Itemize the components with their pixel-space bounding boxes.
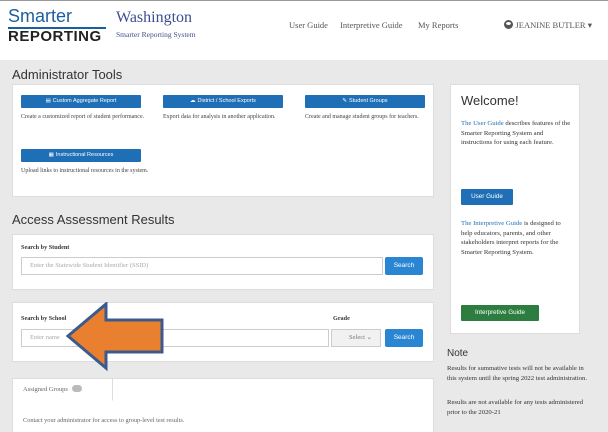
user-name: JEANINE BUTLER ▾	[515, 20, 592, 30]
assigned-groups-panel: Assigned Groups Contact your administrat…	[12, 378, 434, 432]
left-arrow-icon	[66, 302, 164, 372]
tool-description: Export data for analysis in another appl…	[163, 114, 276, 120]
interpretive-guide-description: The Interpretive Guide is designed to he…	[461, 220, 561, 256]
grade-label: Grade	[333, 315, 350, 322]
tool-student-groups: ✎ Student Groups Create and manage studen…	[305, 95, 433, 121]
user-circle-icon	[504, 20, 514, 29]
tool-description: Upload links to instructional resources …	[21, 168, 149, 174]
user-guide-link[interactable]: The User Guide	[461, 120, 504, 127]
school-search-button[interactable]: Search	[385, 329, 423, 347]
edit-icon: ✎	[342, 98, 348, 104]
note-prior-years: Results are not available for any tests …	[447, 399, 584, 416]
admin-tools-title: Administrator Tools	[12, 67, 123, 82]
nav-my-reports[interactable]: My Reports	[418, 20, 458, 30]
custom-aggregate-report-button[interactable]: ▤ Custom Aggregate Report	[21, 95, 141, 108]
tool-custom-aggregate: ▤ Custom Aggregate Report Create a custom…	[21, 95, 149, 121]
user-guide-button[interactable]: User Guide	[461, 189, 513, 205]
tool-description: Create and manage student groups for tea…	[305, 114, 419, 120]
search-by-student-label: Search by Student	[21, 244, 70, 251]
ssid-input[interactable]: Enter the Statewide Student Identifier (…	[21, 257, 383, 275]
calendar-icon: ▦	[48, 152, 54, 158]
district-school-exports-button[interactable]: ☁ District / School Exports	[163, 95, 283, 108]
grade-select[interactable]: Select ⌄	[331, 329, 381, 347]
nav-user-guide[interactable]: User Guide	[289, 20, 328, 30]
user-guide-description: The User Guide describes features of the…	[461, 120, 571, 146]
app-header: Smarter REPORTING Washington Smarter Rep…	[0, 0, 608, 60]
student-search-button[interactable]: Search	[385, 257, 423, 275]
student-groups-button[interactable]: ✎ Student Groups	[305, 95, 425, 108]
admin-tools-panel: ▤ Custom Aggregate Report Create a custom…	[12, 84, 434, 197]
tool-description: Create a customized report of student pe…	[21, 114, 145, 120]
tool-district-exports: ☁ District / School Exports Export data f…	[163, 95, 291, 121]
logo-reporting[interactable]: REPORTING	[8, 29, 102, 45]
count-badge	[71, 385, 82, 392]
groups-access-note: Contact your administrator for access to…	[23, 417, 185, 424]
chart-icon: ▤	[45, 98, 51, 104]
welcome-panel: Welcome! The User Guide describes featur…	[450, 84, 580, 334]
interpretive-guide-link[interactable]: The Interpretive Guide	[461, 220, 522, 227]
system-name: Smarter Reporting System	[116, 30, 196, 39]
logo-smarter[interactable]: Smarter	[8, 7, 72, 25]
cloud-download-icon: ☁	[190, 98, 196, 104]
instructional-resources-button[interactable]: ▦ Instructional Resources	[21, 149, 141, 162]
state-name: Washington	[116, 9, 193, 26]
user-menu[interactable]: JEANINE BUTLER ▾	[504, 20, 592, 31]
access-results-title: Access Assessment Results	[12, 212, 175, 227]
tab-assigned-groups[interactable]: Assigned Groups	[13, 379, 113, 401]
welcome-title: Welcome!	[461, 93, 519, 108]
search-by-student-panel: Search by Student Enter the Statewide St…	[12, 234, 434, 290]
note-title: Note	[447, 348, 469, 359]
interpretive-guide-button[interactable]: Interpretive Guide	[461, 305, 539, 321]
note-summative: Results for summative tests will not be …	[447, 365, 588, 382]
search-by-school-label: Search by School	[21, 315, 67, 322]
tool-instructional-resources: ▦ Instructional Resources Upload links to…	[21, 149, 149, 175]
nav-interpretive-guide[interactable]: Interpretive Guide	[340, 20, 403, 30]
